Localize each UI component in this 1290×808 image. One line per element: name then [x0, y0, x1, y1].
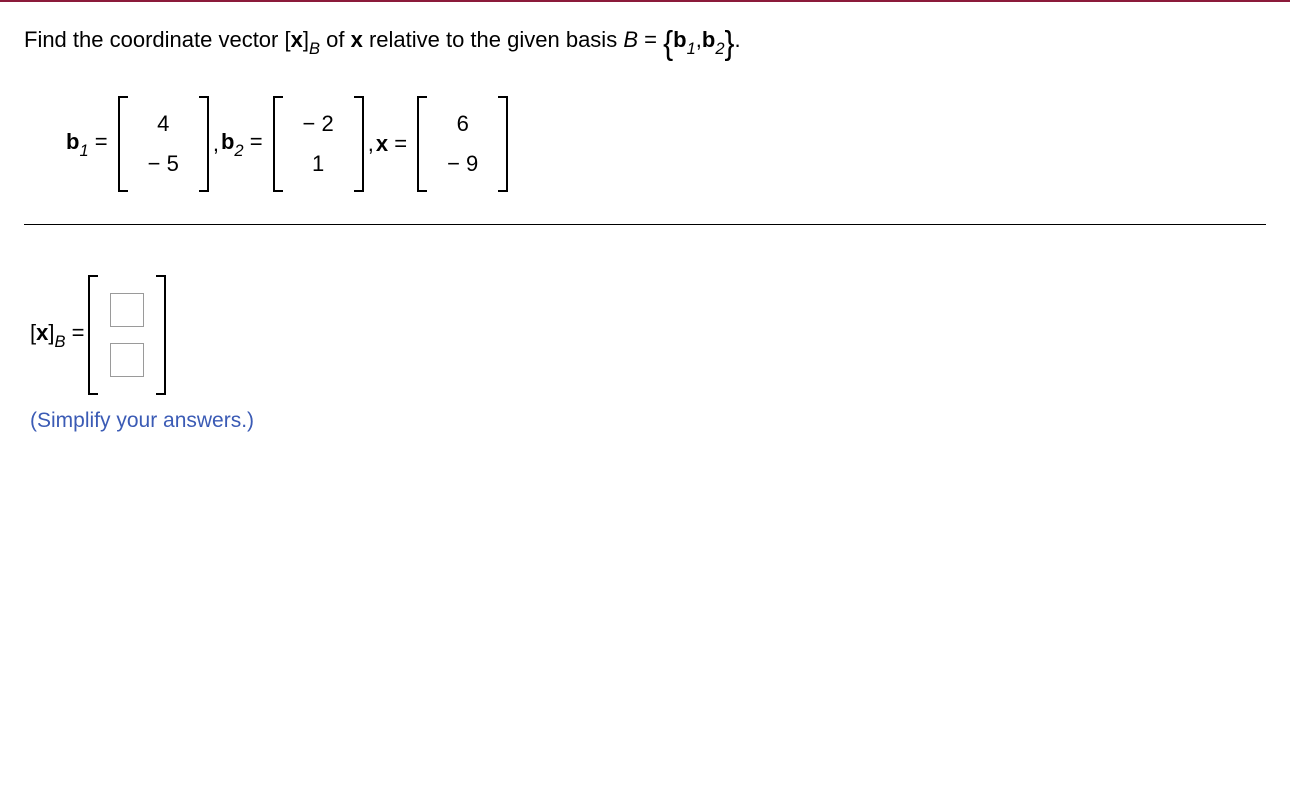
brace-open: {	[663, 18, 673, 71]
b1-vector: 4 − 5	[114, 96, 213, 192]
x-label: x =	[376, 131, 407, 157]
answer-row: [x]B =	[30, 275, 1266, 395]
x-label-x: x	[376, 131, 388, 156]
b2-label: b2 =	[221, 129, 263, 159]
b1-label-b: b	[66, 129, 79, 154]
b2-label-b: b	[221, 129, 234, 154]
lhs-x: x	[36, 320, 48, 345]
b2-row1: − 2	[303, 105, 334, 143]
hint-text: (Simplify your answers.)	[30, 409, 1266, 433]
b1-row2: − 5	[148, 145, 179, 183]
b1-b: b	[673, 27, 686, 52]
x-row1: 6	[447, 105, 478, 143]
period: .	[735, 27, 741, 52]
answer-lhs: [x]B =	[30, 320, 84, 350]
b1-row1: 4	[148, 105, 179, 143]
b1-eq: =	[89, 129, 108, 154]
answer-input-2[interactable]	[110, 343, 144, 377]
b2-2: 2	[715, 40, 724, 58]
x-row2: − 9	[447, 145, 478, 183]
prompt-text: Find the coordinate vector [x]B of x rel…	[24, 20, 1266, 68]
b2-row2: 1	[303, 145, 334, 183]
divider	[24, 224, 1266, 225]
eq: =	[638, 27, 663, 52]
answer-vector	[84, 275, 170, 395]
b1-label-1: 1	[79, 142, 88, 160]
vec-x: x	[291, 27, 303, 52]
answer-input-1[interactable]	[110, 293, 144, 327]
question-content: Find the coordinate vector [x]B of x rel…	[0, 2, 1290, 453]
prompt-part2: of	[320, 27, 351, 52]
b2-label-2: 2	[234, 142, 243, 160]
b2-eq: =	[244, 129, 263, 154]
sub-b: B	[309, 40, 320, 58]
lhs-sub: B	[55, 333, 66, 351]
sep1: ,	[213, 131, 219, 157]
prompt-part3: relative to the given basis	[363, 27, 623, 52]
given-vectors: b1 = 4 − 5 , b2 = − 2 1 , x = 6 −	[66, 96, 1266, 192]
prompt-part1: Find the coordinate vector	[24, 27, 284, 52]
lhs-close: ]	[48, 320, 54, 345]
x-vector: 6 − 9	[413, 96, 512, 192]
B-ital: B	[623, 27, 638, 52]
answer-eq: =	[66, 320, 85, 345]
brace-close: }	[725, 18, 735, 71]
x-bold: x	[351, 27, 363, 52]
answer-cell-2	[110, 337, 144, 383]
b1-label: b1 =	[66, 129, 108, 159]
x-eq: =	[388, 131, 407, 156]
b2-vector: − 2 1	[269, 96, 368, 192]
answer-cell-1	[110, 287, 144, 333]
sep2: ,	[368, 131, 374, 157]
b1-1: 1	[687, 40, 696, 58]
b2-b: b	[702, 27, 715, 52]
